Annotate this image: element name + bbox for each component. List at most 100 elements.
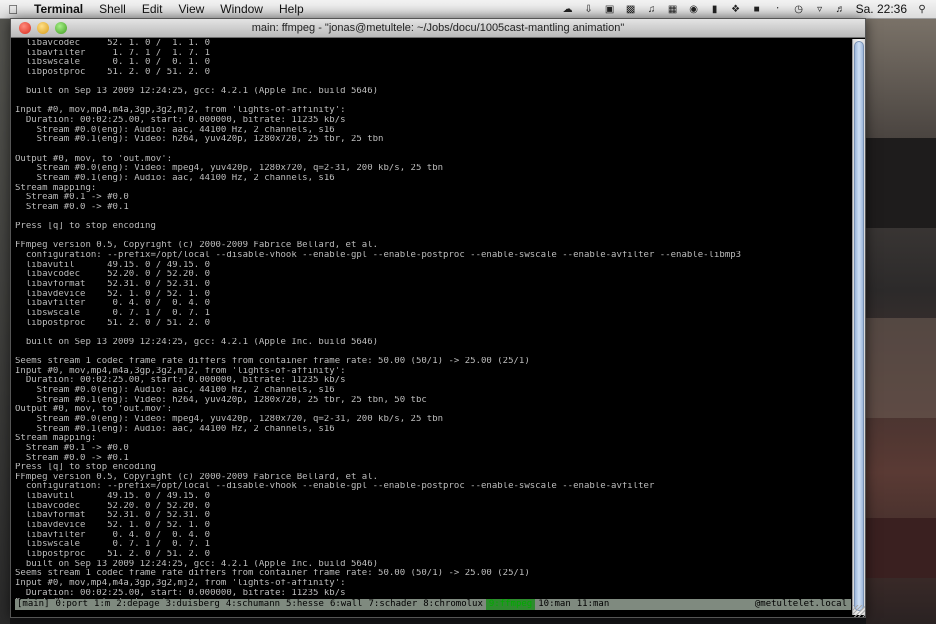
terminal-line: libavutil 49.15. 0 / 49.15. 0: [15, 260, 211, 270]
menu-bar:  Terminal Shell Edit View Window Help ☁…: [0, 0, 936, 19]
app-icon[interactable]: ◉: [688, 4, 700, 15]
app-icon[interactable]: ▩: [625, 4, 637, 15]
tmux-window-tab[interactable]: 0:port: [53, 599, 92, 610]
terminal-line: libavfilter 0. 4. 0 / 0. 4. 0: [15, 299, 211, 309]
terminal-line: Stream #0.1 -> #0.0: [15, 443, 129, 453]
menu-clock[interactable]: Sa. 22:36: [856, 2, 907, 16]
tmux-window-tab[interactable]: 10:man: [535, 599, 574, 610]
terminal-line: Stream #0.0 -> #0.1: [15, 202, 129, 212]
background-window-strip: [866, 318, 936, 418]
terminal-line: Stream #0.1(eng): Audio: aac, 44100 Hz, …: [15, 173, 335, 183]
terminal-line: libswscale 0. 7. 1 / 0. 7. 1: [15, 540, 211, 550]
wifi-icon[interactable]: ▿: [814, 4, 826, 15]
terminal-line: FFmpeg version 0.5, Copyright (c) 2000-2…: [15, 241, 379, 251]
menu-edit[interactable]: Edit: [134, 0, 171, 18]
bluetooth-icon[interactable]: ᛫: [772, 4, 784, 15]
terminal-line: FFmpeg version 0.5, Copyright (c) 2000-2…: [15, 472, 379, 482]
terminal-line: Output #0, mov, to 'out.mov':: [15, 154, 173, 164]
app-icon[interactable]: ■: [751, 4, 763, 15]
tmux-window-tab[interactable]: 7:schader: [365, 599, 420, 610]
terminal-window: main: ffmpeg - "jonas@metultele: ~/Jobs/…: [10, 18, 866, 618]
time-machine-icon[interactable]: ◷: [793, 4, 805, 15]
terminal-line: Press [q] to stop encoding: [15, 463, 156, 473]
menu-shell[interactable]: Shell: [91, 0, 134, 18]
menu-help[interactable]: Help: [271, 0, 312, 18]
window-title: main: ffmpeg - "jonas@metultele: ~/Jobs/…: [251, 22, 625, 34]
terminal-line: Stream #0.1(eng): Video: h264, yuv420p, …: [15, 135, 384, 145]
resize-grip-icon[interactable]: [853, 605, 865, 617]
terminal-line: Stream #0.0(eng): Video: mpeg4, yuv420p,…: [15, 164, 444, 174]
terminal-line: Duration: 00:02:25.00, start: 0.000000, …: [15, 376, 346, 386]
window-titlebar[interactable]: main: ffmpeg - "jonas@metultele: ~/Jobs/…: [11, 19, 865, 38]
terminal-line: Stream #0.0(eng): Audio: aac, 44100 Hz, …: [15, 125, 335, 135]
terminal-line: built on Sep 13 2009 12:24:25, gcc: 4.2.…: [15, 559, 379, 569]
terminal-line: libavfilter 1. 7. 1 / 1. 7. 1: [15, 48, 211, 58]
music-icon[interactable]: ♫: [646, 4, 658, 15]
menu-app-name[interactable]: Terminal: [26, 0, 91, 18]
terminal-line: Stream #0.0(eng): Video: mpeg4, yuv420p,…: [15, 414, 444, 424]
background-window-strip: [866, 138, 936, 228]
tmux-window-tab-active[interactable]: 9:ffmpeg: [485, 599, 536, 610]
scrollbar-thumb[interactable]: [854, 41, 864, 611]
terminal-line: Input #0, mov,mp4,m4a,3gp,3g2,mj2, from …: [15, 578, 346, 588]
tmux-window-tab[interactable]: 6:wall: [327, 599, 366, 610]
terminal-line: Seems stream 1 codec frame rate differs …: [15, 569, 530, 579]
terminal-line: Duration: 00:02:25.00, start: 0.000000, …: [15, 588, 346, 598]
terminal-line: configuration: --prefix=/opt/local --dis…: [15, 251, 742, 261]
app-icon[interactable]: ❖: [730, 4, 742, 15]
tmux-window-tab[interactable]: 5:hesse: [283, 599, 327, 610]
terminal-line: Seems stream 1 codec frame rate differs …: [15, 357, 530, 367]
terminal-line: Stream #0.1(eng): Video: h264, yuv420p, …: [15, 395, 427, 405]
terminal-line: libavcodec 52.20. 0 / 52.20. 0: [15, 501, 211, 511]
background-window-strip: [866, 518, 936, 578]
tmux-window-tab[interactable]: 3:duisberg: [163, 599, 223, 610]
app-icon[interactable]: ▦: [667, 4, 679, 15]
menu-status-area: ☁ ⇩ ▣ ▩ ♫ ▦ ◉ ▮ ❖ ■ ᛫ ◷ ▿ ♬ Sa. 22:36 ⚲: [562, 2, 936, 16]
tmux-status-bar: [main] 0:port 1:m 2:depage 3:duisberg 4:…: [15, 599, 851, 610]
tmux-window-tab[interactable]: 1:m: [91, 599, 113, 610]
menu-view[interactable]: View: [171, 0, 213, 18]
terminal-output[interactable]: libavcodec 52. 1. 0 / 1. 1. 0 libavfilte…: [15, 39, 847, 605]
terminal-line: Stream #0.0 -> #0.1: [15, 453, 129, 463]
terminal-line: Duration: 00:02:25.00, start: 0.000000, …: [15, 116, 346, 126]
app-icon[interactable]: ▣: [604, 4, 616, 15]
terminal-line: Output #0, mov, to 'out.mov':: [15, 405, 173, 415]
terminal-line: libavformat 52.31. 0 / 52.31. 0: [15, 511, 211, 521]
tmux-window-tab[interactable]: 11:man: [574, 599, 613, 610]
terminal-line: Stream mapping:: [15, 434, 97, 444]
terminal-line: Stream #0.0(eng): Audio: aac, 44100 Hz, …: [15, 386, 335, 396]
download-icon[interactable]: ⇩: [583, 4, 595, 15]
tmux-hostname: @metultelet.local: [754, 599, 847, 609]
terminal-line: Stream #0.1(eng): Audio: aac, 44100 Hz, …: [15, 424, 335, 434]
apple-icon[interactable]: : [0, 2, 26, 17]
terminal-line: configuration: --prefix=/opt/local --dis…: [15, 482, 655, 492]
terminal-line: libavcodec 52. 1. 0 / 1. 1. 0: [15, 39, 211, 48]
tmux-window-tab[interactable]: 4:schumann: [223, 599, 283, 610]
search-icon[interactable]: ⚲: [916, 4, 928, 15]
battery-icon[interactable]: ▮: [709, 4, 721, 15]
terminal-line: Press [q] to stop encoding: [15, 222, 156, 232]
tmux-session-name: [main]: [17, 599, 50, 609]
terminal-line: libavfilter 0. 4. 0 / 0. 4. 0: [15, 530, 211, 540]
vertical-scrollbar[interactable]: [852, 39, 865, 615]
terminal-line: Stream mapping:: [15, 183, 97, 193]
terminal-line: libpostproc 51. 2. 0 / 51. 2. 0: [15, 67, 211, 77]
tmux-window-tab[interactable]: 2:depage: [113, 599, 162, 610]
terminal-line: libpostproc 51. 2. 0 / 51. 2. 0: [15, 549, 211, 559]
terminal-line: libavutil 49.15. 0 / 49.15. 0: [15, 492, 211, 502]
terminal-line: libswscale 0. 1. 0 / 0. 1. 0: [15, 58, 211, 68]
terminal-line: Stream #0.1 -> #0.0: [15, 193, 129, 203]
cloud-icon[interactable]: ☁: [562, 4, 574, 15]
terminal-line: built on Sep 13 2009 12:24:25, gcc: 4.2.…: [15, 337, 379, 347]
volume-icon[interactable]: ♬: [835, 4, 847, 15]
terminal-line: Input #0, mov,mp4,m4a,3gp,3g2,mj2, from …: [15, 366, 346, 376]
desktop-right-edge: [866, 18, 936, 624]
tmux-window-tab[interactable]: 8:chromolux: [420, 599, 486, 610]
menu-window[interactable]: Window: [212, 0, 271, 18]
